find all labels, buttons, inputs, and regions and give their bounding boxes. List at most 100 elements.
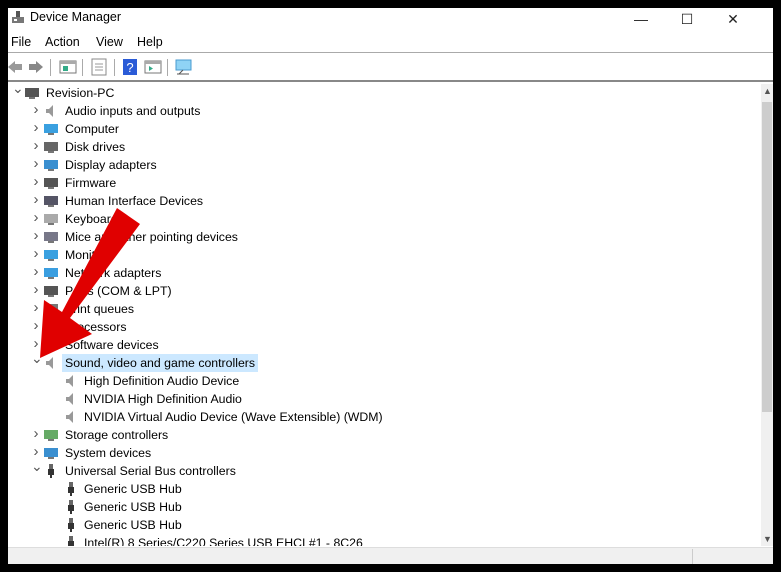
speaker-icon [43, 104, 59, 118]
close-button[interactable]: ✕ [710, 8, 756, 30]
tree-item-label[interactable]: Human Interface Devices [62, 192, 206, 210]
tree-item[interactable]: › Firmware [8, 173, 758, 192]
chevron-down-icon[interactable]: ⌄ [31, 458, 43, 475]
tree-item[interactable]: ⌄ Universal Serial Bus controllers [8, 458, 758, 480]
tree-item-label[interactable]: High Definition Audio Device [81, 372, 242, 390]
tree-item[interactable]: High Definition Audio Device [8, 372, 758, 390]
tree-item[interactable]: Generic USB Hub [8, 516, 758, 534]
firmware-icon [43, 176, 59, 190]
tree-item-label[interactable]: Sound, video and game controllers [62, 354, 259, 372]
tree-item-label[interactable]: System devices [62, 444, 154, 462]
tree-item[interactable]: › System devices [8, 443, 758, 462]
tree-item[interactable]: › Human Interface Devices [8, 191, 758, 210]
forward-icon[interactable] [27, 58, 45, 76]
chevron-right-icon[interactable]: › [31, 119, 41, 136]
tree-item[interactable]: › Mice and other pointing devices [8, 227, 758, 246]
minimize-button[interactable]: — [618, 8, 664, 30]
tree-item-label[interactable]: Storage controllers [62, 426, 171, 444]
chevron-right-icon[interactable]: › [31, 317, 41, 334]
show-hide-console-tree-icon[interactable] [90, 58, 108, 76]
help-icon[interactable]: ? [121, 58, 139, 76]
tree-item[interactable]: › Audio inputs and outputs [8, 101, 758, 120]
menu-action[interactable]: Action [45, 35, 80, 49]
speaker-icon [63, 410, 79, 424]
tree-item-label[interactable]: Ports (COM & LPT) [62, 282, 175, 300]
tree-item-label[interactable]: Revision-PC [43, 84, 117, 102]
chevron-right-icon[interactable]: › [31, 245, 41, 262]
tree-item[interactable]: Generic USB Hub [8, 480, 758, 498]
tree-item-label[interactable]: NVIDIA Virtual Audio Device (Wave Extens… [81, 408, 386, 426]
menu-file[interactable]: File [11, 35, 31, 49]
tree-item-label[interactable]: Intel(R) 8 Series/C220 Series USB EHCI #… [81, 534, 366, 546]
usb-icon [63, 518, 79, 532]
chevron-right-icon[interactable]: › [31, 101, 41, 118]
chevron-right-icon[interactable]: › [31, 191, 41, 208]
tree-item-label[interactable]: Computer [62, 120, 122, 138]
tree-item-label[interactable]: Software devices [62, 336, 162, 354]
chevron-right-icon[interactable]: › [31, 155, 41, 172]
network-icon [43, 266, 59, 280]
tree-item-label[interactable]: Generic USB Hub [81, 516, 185, 534]
tree-item-label[interactable]: Generic USB Hub [81, 498, 185, 516]
chevron-right-icon[interactable]: › [31, 299, 41, 316]
tree-item-label[interactable]: Universal Serial Bus controllers [62, 462, 239, 480]
chevron-right-icon[interactable]: › [31, 281, 41, 298]
scroll-up-icon[interactable]: ▲ [763, 86, 772, 96]
system-icon [43, 446, 59, 460]
tree-item[interactable]: › Network adapters [8, 263, 758, 282]
chevron-right-icon[interactable]: › [31, 263, 41, 280]
device-tree[interactable]: ⌄ Revision-PC › Audio inputs and outputs › Co… [8, 84, 761, 546]
vertical-scrollbar[interactable]: ▲ ▼ [761, 84, 773, 546]
tree-item[interactable]: Intel(R) 8 Series/C220 Series USB EHCI #… [8, 534, 758, 546]
tree-item[interactable]: NVIDIA Virtual Audio Device (Wave Extens… [8, 408, 758, 426]
tree-item[interactable]: › Print queues [8, 299, 758, 318]
tree-item[interactable]: ⌄ Revision-PC [8, 84, 758, 102]
monitor-icon [43, 248, 59, 262]
tree-item-label[interactable]: Network adapters [62, 264, 164, 282]
tree-item-label[interactable]: Display adapters [62, 156, 160, 174]
tree-item[interactable]: › Display adapters [8, 155, 758, 174]
tree-item[interactable]: › Keyboards [8, 209, 758, 228]
tree-item[interactable]: › Software devices [8, 335, 758, 354]
tree-item-label[interactable]: Audio inputs and outputs [62, 102, 203, 120]
tree-item[interactable]: Generic USB Hub [8, 498, 758, 516]
tree-item-label[interactable]: Firmware [62, 174, 119, 192]
tree-item-label[interactable]: Disk drives [62, 138, 128, 156]
chevron-right-icon[interactable]: › [31, 425, 41, 442]
tree-item[interactable]: ⌄ Sound, video and game controllers [8, 350, 758, 372]
tree-item-label[interactable]: Processors [62, 318, 130, 336]
tree-item[interactable]: › Storage controllers [8, 425, 758, 444]
tree-item[interactable]: › Ports (COM & LPT) [8, 281, 758, 300]
tree-item[interactable]: › Monitors [8, 245, 758, 264]
chevron-right-icon[interactable]: › [31, 227, 41, 244]
menu-help[interactable]: Help [137, 35, 163, 49]
properties-icon[interactable] [59, 58, 77, 76]
tree-item[interactable]: › Processors [8, 317, 758, 336]
chevron-down-icon[interactable]: ⌄ [31, 350, 43, 367]
scrollbar-thumb[interactable] [762, 102, 772, 412]
menu-view[interactable]: View [96, 35, 123, 49]
disk-icon [43, 140, 59, 154]
computer-icon [24, 86, 40, 100]
tree-item-label[interactable]: Mice and other pointing devices [62, 228, 241, 246]
usb-icon [63, 482, 79, 496]
tree-item[interactable]: › Computer [8, 119, 758, 138]
action-pane-icon[interactable] [144, 58, 162, 76]
tree-item-label[interactable]: Keyboards [62, 210, 127, 228]
back-icon[interactable] [8, 58, 24, 76]
scroll-down-icon[interactable]: ▼ [763, 534, 772, 544]
chevron-right-icon[interactable]: › [31, 209, 41, 226]
chevron-right-icon[interactable]: › [31, 137, 41, 154]
chevron-right-icon[interactable]: › [31, 173, 41, 190]
tree-item-label[interactable]: Monitors [62, 246, 115, 264]
tree-item[interactable]: NVIDIA High Definition Audio [8, 390, 758, 408]
scan-hardware-icon[interactable] [175, 58, 193, 76]
tree-item[interactable]: › Disk drives [8, 137, 758, 156]
usb-icon [43, 464, 59, 478]
tree-item-label[interactable]: Generic USB Hub [81, 480, 185, 498]
chevron-down-icon[interactable]: ⌄ [12, 84, 24, 97]
maximize-button[interactable]: ☐ [664, 8, 710, 30]
tree-item-label[interactable]: NVIDIA High Definition Audio [81, 390, 245, 408]
tree-item-label[interactable]: Print queues [62, 300, 137, 318]
usb-icon [63, 500, 79, 514]
